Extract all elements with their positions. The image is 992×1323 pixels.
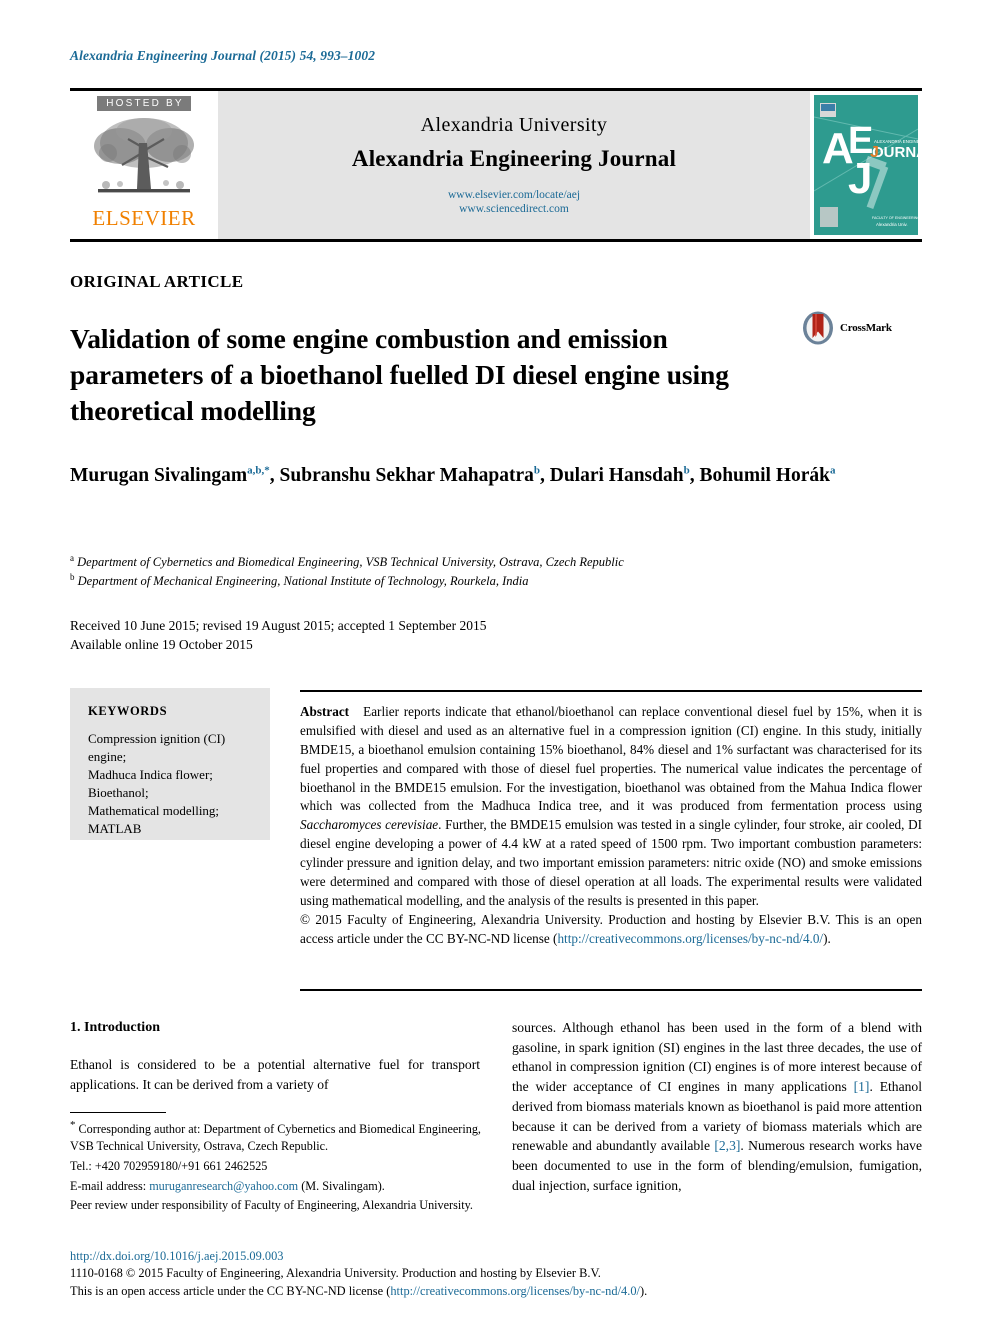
article-history: Received 10 June 2015; revised 19 August… <box>70 616 670 654</box>
corresponding-marker: * <box>70 1119 76 1131</box>
license-text-end: ). <box>639 1283 648 1298</box>
email-link[interactable]: muruganresearch@yahoo.com <box>149 1179 298 1193</box>
footnote-block: * Corresponding author at: Department of… <box>70 1118 482 1217</box>
keywords-heading: KEYWORDS <box>88 704 168 718</box>
author-marks: a,b,* <box>247 464 270 477</box>
abstract-label: Abstract <box>300 704 350 719</box>
running-head: Alexandria Engineering Journal (2015) 54… <box>70 48 376 63</box>
svg-text:Alexandria Univ.: Alexandria Univ. <box>876 222 908 227</box>
peer-review-line: Peer review under responsibility of Facu… <box>70 1198 473 1213</box>
author-name: Murugan Sivalingam <box>70 465 248 486</box>
affiliation-mark: b <box>70 572 75 583</box>
keywords-list: Compression ignition (CI) engine; Madhuc… <box>88 731 226 836</box>
affiliation-text: Department of Mechanical Engineering, Na… <box>77 574 529 589</box>
doi-link[interactable]: http://dx.doi.org/10.1016/j.aej.2015.09.… <box>70 1248 930 1265</box>
author-marks: b <box>683 464 690 477</box>
email-suffix: (M. Sivalingam). <box>301 1178 385 1193</box>
telephone-line: Tel.: +420 702959180/+91 661 2462525 <box>70 1158 268 1173</box>
affiliation-item: a Department of Cybernetics and Biomedic… <box>70 552 920 571</box>
citation-ref-2[interactable]: [2,3] <box>714 1138 740 1153</box>
author-name: Subranshu Sekhar Mahapatra <box>279 465 534 486</box>
abstract-block: Abstract Earlier reports indicate that e… <box>300 690 922 948</box>
available-online-line: Available online 19 October 2015 <box>70 637 253 653</box>
license-link[interactable]: http://creativecommons.org/licenses/by-n… <box>557 931 823 946</box>
url-locate[interactable]: www.elsevier.com/locate/aej <box>448 188 580 202</box>
copyright-text-end: ). <box>823 930 831 946</box>
issn-copyright-line: 1110-0168 © 2015 Faculty of Engineering,… <box>70 1266 601 1281</box>
corresponding-text: Corresponding author at: Department of C… <box>70 1122 481 1153</box>
author-name: Bohumil Horák <box>699 465 831 486</box>
affiliation-item: b Department of Mechanical Engineering, … <box>70 571 920 590</box>
footnote-rule <box>70 1112 166 1113</box>
journal-title-block: Alexandria University Alexandria Enginee… <box>218 91 810 239</box>
footer-license-link[interactable]: http://creativecommons.org/licenses/by-n… <box>390 1284 640 1298</box>
journal-name: Alexandria Engineering Journal <box>351 145 677 171</box>
journal-cover-image: A E J ALEXANDRIA ENGINEERING OURNAL J FA… <box>814 95 918 235</box>
affiliation-list: a Department of Cybernetics and Biomedic… <box>70 552 920 591</box>
university-name: Alexandria University <box>420 113 608 136</box>
abstract-species-name: Saccharomyces cerevisiae <box>300 817 439 833</box>
abstract-part-1: Earlier reports indicate that ethanol/bi… <box>300 704 922 814</box>
article-type: ORIGINAL ARTICLE <box>70 272 244 291</box>
intro-column-right: sources. Although ethanol has been used … <box>512 1018 922 1195</box>
crossmark-badge[interactable]: CrossMark <box>802 311 892 345</box>
keywords-box: KEYWORDS Compression ignition (CI) engin… <box>70 688 270 840</box>
corresponding-author-note: * Corresponding author at: Department of… <box>70 1118 482 1155</box>
affiliation-text: Department of Cybernetics and Biomedical… <box>77 555 624 570</box>
received-line: Received 10 June 2015; revised 19 August… <box>70 618 487 633</box>
license-line: This is an open access article under the… <box>70 1283 930 1300</box>
elsevier-tree-icon <box>94 118 194 193</box>
intro-column-left: 1. Introduction Ethanol is considered to… <box>70 1020 480 1094</box>
intro-paragraph-left: Ethanol is considered to be a potential … <box>70 1057 480 1092</box>
email-label: E-mail address: <box>70 1178 147 1193</box>
journal-cover-block: A E J ALEXANDRIA ENGINEERING OURNAL J FA… <box>810 91 922 239</box>
author-name: Dulari Hansdah <box>549 465 684 486</box>
publisher-logo-block: HOSTED BY ELSEVIER <box>70 91 218 239</box>
author-marks: a <box>830 464 836 477</box>
license-text: This is an open access article under the… <box>70 1283 391 1298</box>
section-heading-introduction: 1. Introduction <box>70 1020 160 1035</box>
abstract-bottom-rule <box>300 989 922 991</box>
page-title: Validation of some engine combustion and… <box>70 323 729 426</box>
journal-banner: HOSTED BY ELSEVIER Alexandria University… <box>70 88 922 242</box>
email-line: E-mail address: muruganresearch@yahoo.co… <box>70 1178 482 1195</box>
citation-ref-1[interactable]: [1] <box>854 1079 870 1094</box>
abstract-copyright: © 2015 Faculty of Engineering, Alexandri… <box>300 911 922 949</box>
crossmark-label: CrossMark <box>840 322 892 334</box>
author-list: Murugan Sivalingama,b,*, Subranshu Sekha… <box>70 464 836 487</box>
crossmark-icon <box>803 311 833 345</box>
journal-urls: www.elsevier.com/locate/aej www.scienced… <box>448 188 580 216</box>
article-first-page: Alexandria Engineering Journal (2015) 54… <box>0 0 992 1323</box>
url-sciencedirect[interactable]: www.sciencedirect.com <box>448 202 580 216</box>
affiliation-mark: a <box>70 553 74 563</box>
author-marks: b <box>533 464 540 477</box>
hosted-by-badge: HOSTED BY <box>97 96 191 111</box>
svg-text:FACULTY OF ENGINEERING: FACULTY OF ENGINEERING <box>872 216 918 220</box>
page-footer: http://dx.doi.org/10.1016/j.aej.2015.09.… <box>70 1248 930 1300</box>
intro-paragraph-right: sources. Although ethanol has been used … <box>512 1018 922 1195</box>
elsevier-wordmark: ELSEVIER <box>92 206 196 230</box>
abstract-text: Abstract Earlier reports indicate that e… <box>300 692 922 948</box>
